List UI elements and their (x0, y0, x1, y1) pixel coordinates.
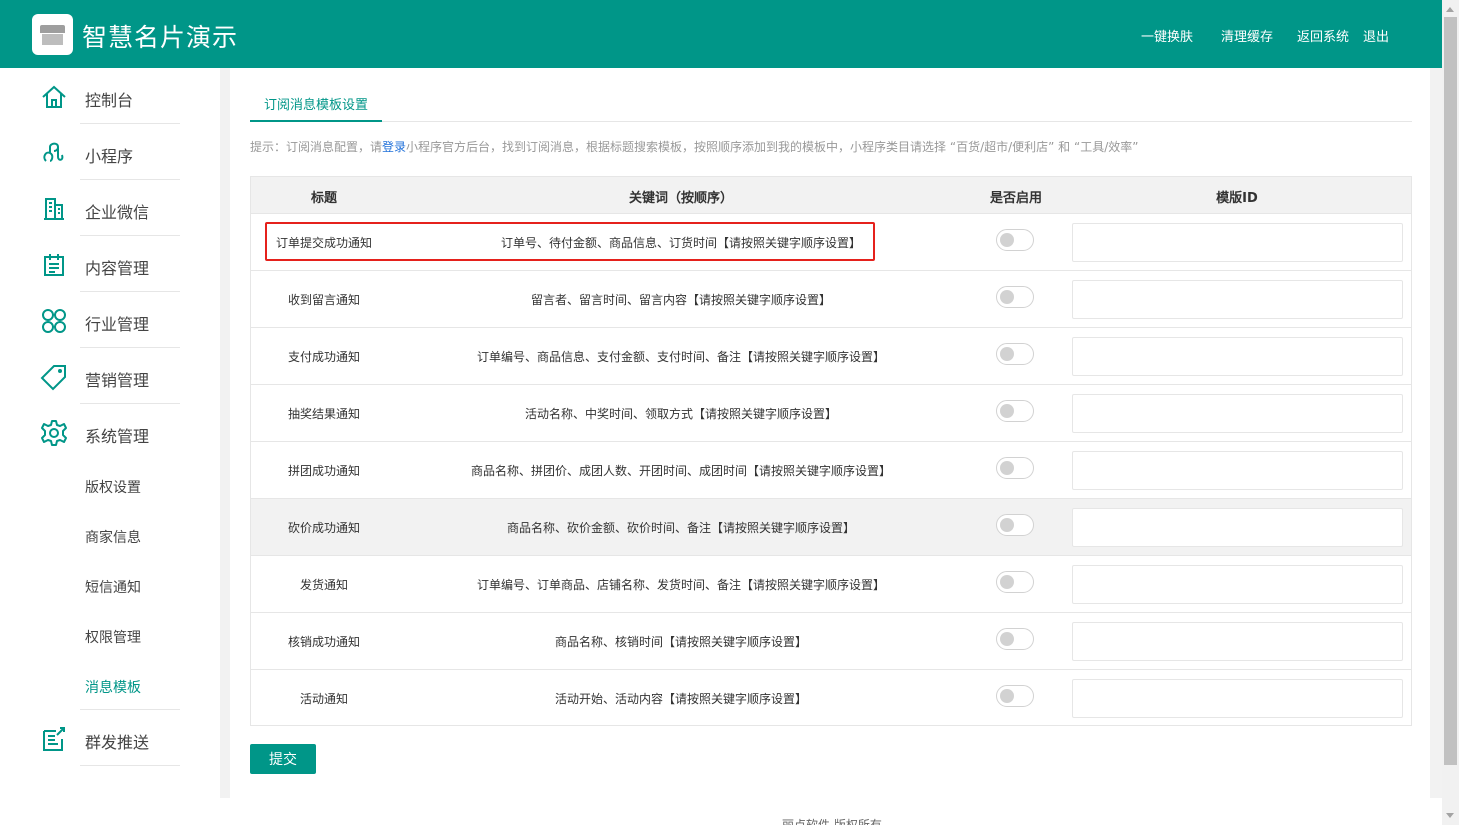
sidebar-item-marketing[interactable]: 营销管理 (0, 348, 220, 404)
row-title: 拼团成功通知 (287, 464, 361, 478)
row-title: 抽奖结果通知 (287, 407, 361, 421)
enable-switch[interactable] (996, 400, 1034, 422)
highlight-box (265, 222, 875, 261)
scroll-up-icon[interactable] (1446, 7, 1454, 12)
sidebar-subitem-merchant-info[interactable]: 商家信息 (85, 527, 141, 547)
row-keywords: 订单编号、订单商品、店铺名称、发货时间、备注【请按照关键字顺序设置】 (476, 578, 886, 592)
row-keywords: 活动名称、中奖时间、领取方式【请按照关键字顺序设置】 (524, 407, 838, 421)
table-row: 拼团成功通知 商品名称、拼团价、成团人数、开团时间、成团时间【请按照关键字顺序设… (251, 442, 1411, 499)
row-title: 收到留言通知 (287, 293, 361, 307)
enable-switch[interactable] (996, 229, 1034, 251)
row-title: 砍价成功通知 (287, 521, 361, 535)
template-id-input[interactable] (1072, 451, 1403, 490)
logout-link[interactable]: 退出 (1363, 26, 1389, 45)
clipboard-icon (44, 254, 64, 276)
sidebar-item-industry[interactable]: 行业管理 (0, 292, 220, 348)
enable-switch[interactable] (996, 628, 1034, 650)
table-row: 抽奖结果通知 活动名称、中奖时间、领取方式【请按照关键字顺序设置】 (251, 385, 1411, 442)
template-id-input[interactable] (1072, 679, 1403, 718)
row-title: 核销成功通知 (287, 635, 361, 649)
page-scrollbar[interactable] (1442, 0, 1459, 825)
home-icon (42, 85, 66, 108)
grid-icon (42, 309, 66, 333)
template-id-input[interactable] (1072, 280, 1403, 319)
sidebar-item-mass-push[interactable]: 群发推送 (0, 710, 220, 766)
table-row: 活动通知 活动开始、活动内容【请按照关键字顺序设置】 (251, 670, 1411, 727)
row-keywords: 商品名称、拼团价、成团人数、开团时间、成团时间【请按照关键字顺序设置】 (470, 464, 892, 478)
submit-button[interactable]: 提交 (250, 744, 316, 774)
skin-switch-link[interactable]: 一键换肤 (1141, 26, 1193, 45)
tag-icon (40, 365, 66, 391)
enable-switch[interactable] (996, 571, 1034, 593)
mini-program-icon (43, 142, 64, 162)
table-row: 收到留言通知 留言者、留言时间、留言内容【请按照关键字顺序设置】 (251, 271, 1411, 328)
enable-switch[interactable] (996, 286, 1034, 308)
sidebar-item-enterprise-wechat[interactable]: 企业微信 (0, 180, 220, 236)
clear-cache-link[interactable]: 清理缓存 (1221, 26, 1273, 45)
sidebar-subitem-message-template[interactable]: 消息模板 (85, 677, 141, 697)
table-row: 发货通知 订单编号、订单商品、店铺名称、发货时间、备注【请按照关键字顺序设置】 (251, 556, 1411, 613)
shop-logo-icon (32, 14, 73, 55)
top-header: 智慧名片演示 一键换肤 清理缓存 返回系统 退出 (0, 0, 1442, 68)
table-row: 砍价成功通知 商品名称、砍价金额、砍价时间、备注【请按照关键字顺序设置】 (251, 499, 1411, 556)
sidebar-item-label: 控制台 (85, 91, 134, 110)
template-id-input[interactable] (1072, 565, 1403, 604)
row-keywords: 留言者、留言时间、留言内容【请按照关键字顺序设置】 (530, 293, 832, 307)
header-template-id: 模版ID (1216, 191, 1258, 206)
enable-switch[interactable] (996, 685, 1034, 707)
sidebar-item-label: 群发推送 (85, 733, 150, 752)
row-keywords: 商品名称、砍价金额、砍价时间、备注【请按照关键字顺序设置】 (506, 521, 856, 535)
row-title: 活动通知 (299, 692, 349, 706)
enable-switch[interactable] (996, 343, 1034, 365)
building-icon (44, 198, 64, 220)
sidebar-item-label: 营销管理 (85, 371, 150, 390)
footer-copyright: 丽点软件 版权所有 (782, 818, 882, 825)
sidebar-item-dashboard[interactable]: 控制台 (0, 68, 220, 124)
login-link[interactable]: 登录 (382, 140, 406, 154)
sidebar-subitem-copyright[interactable]: 版权设置 (85, 477, 141, 497)
sidebar-item-label: 内容管理 (85, 259, 150, 278)
row-keywords: 商品名称、核销时间【请按照关键字顺序设置】 (554, 635, 808, 649)
sidebar-subitem-sms[interactable]: 短信通知 (85, 577, 141, 597)
edit-icon (43, 727, 65, 751)
tab-subscribe-template[interactable]: 订阅消息模板设置 (250, 84, 383, 122)
sidebar: 控制台 小程序 企业微信 内容管理 行业管理 营销管理 系统管理 版权设置 商家… (0, 68, 220, 825)
table-header: 标题 关键词（按顺序） 是否启用 模版ID (251, 177, 1411, 214)
table-row: 核销成功通知 商品名称、核销时间【请按照关键字顺序设置】 (251, 613, 1411, 670)
sidebar-subitem-permissions[interactable]: 权限管理 (85, 627, 141, 647)
template-id-input[interactable] (1072, 622, 1403, 661)
row-title: 支付成功通知 (287, 350, 361, 364)
row-keywords: 活动开始、活动内容【请按照关键字顺序设置】 (554, 692, 808, 706)
sidebar-item-label: 小程序 (85, 147, 134, 166)
sidebar-item-label: 行业管理 (85, 315, 150, 334)
tab-bar: 订阅消息模板设置 (250, 84, 1412, 122)
back-to-system-link[interactable]: 返回系统 (1297, 26, 1349, 45)
gear-icon (41, 420, 67, 446)
template-id-input[interactable] (1072, 508, 1403, 547)
template-id-input[interactable] (1072, 337, 1403, 376)
app-title: 智慧名片演示 (82, 23, 239, 52)
header-title: 标题 (310, 191, 338, 206)
sidebar-item-system[interactable]: 系统管理 (0, 404, 220, 460)
tip-text: 提示：订阅消息配置，请登录小程序官方后台，找到订阅消息，根据标题搜索模板，按照顺… (250, 140, 1139, 154)
sidebar-item-label: 企业微信 (85, 203, 150, 222)
row-keywords: 订单编号、商品信息、支付金额、支付时间、备注【请按照关键字顺序设置】 (476, 350, 886, 364)
enable-switch[interactable] (996, 514, 1034, 536)
header-keywords: 关键词（按顺序） (628, 191, 734, 206)
sidebar-item-label: 系统管理 (85, 427, 150, 446)
sidebar-item-content[interactable]: 内容管理 (0, 236, 220, 292)
header-enabled: 是否启用 (989, 191, 1043, 206)
table-row: 支付成功通知 订单编号、商品信息、支付金额、支付时间、备注【请按照关键字顺序设置… (251, 328, 1411, 385)
template-id-input[interactable] (1072, 223, 1403, 262)
row-title: 发货通知 (299, 578, 349, 592)
enable-switch[interactable] (996, 457, 1034, 479)
scrollbar-thumb[interactable] (1444, 17, 1457, 765)
scroll-down-icon[interactable] (1446, 813, 1454, 818)
sidebar-item-mini-program[interactable]: 小程序 (0, 124, 220, 180)
template-id-input[interactable] (1072, 394, 1403, 433)
